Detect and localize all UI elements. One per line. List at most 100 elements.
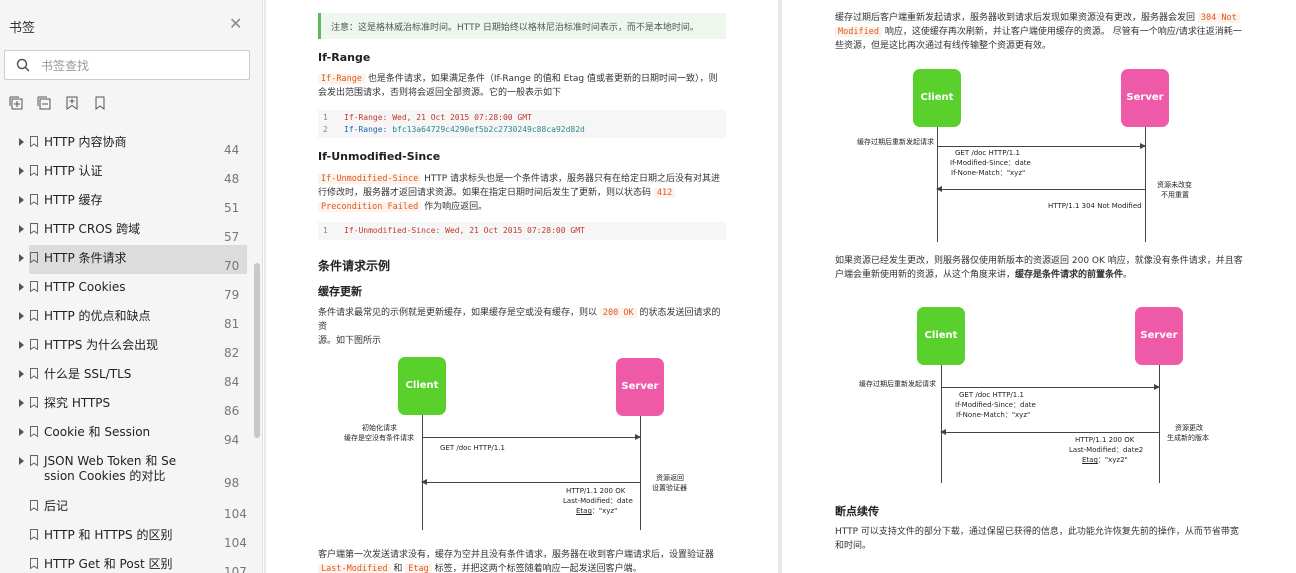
bookmark-icon [30,136,38,147]
bookmark-icon[interactable] [93,96,107,110]
expand-arrow-icon[interactable] [19,370,24,378]
if-unmodified-paragraph: If-Unmodified-Since HTTP 请求标头也是一个条件请求，服务… [318,172,728,214]
sidebar-item-label: 探究 HTTPS [44,396,111,410]
sidebar-item[interactable]: HTTP 和 HTTPS 的区别 104 [0,522,250,550]
sidebar-item[interactable]: HTTP 的优点和缺点 81 [0,303,250,331]
sidebar-item-page: 51 [224,201,240,215]
expand-arrow-icon[interactable] [19,225,24,233]
bookmark-icon [30,397,38,408]
expand-all-icon[interactable] [9,96,23,110]
request-label: If-None-Match："xyz" [951,169,1026,177]
sidebar-item-page: 104 [224,536,247,550]
request-label: If-Modified-Since：date [950,159,1031,167]
request-label: GET /doc HTTP/1.1 [955,149,1020,157]
client-node: Client [917,307,965,365]
heading-if-range: If-Range [318,51,371,64]
request-arrow [941,384,1160,390]
bookmark-icon [30,455,38,466]
sidebar-item[interactable]: HTTP 条件请求 70 [0,245,250,274]
sidebar-item[interactable]: HTTP 内容协商 44 [0,129,250,157]
expand-arrow-icon[interactable] [19,312,24,320]
document-view[interactable]: 注意：这是格林威治标准时间。HTTP 日期始终以格林尼治标准时间表示，而不是本地… [264,0,1296,573]
expand-arrow-icon[interactable] [19,167,24,175]
paragraph-text: 也是条件请求，如果满足条件（If-Range 的值和 Etag 值或者更新的日期… [367,74,718,84]
code-line: 1 If-Range: Wed, 21 Oct 2015 07:28:00 GMT [318,112,726,124]
bookmark-icon [30,252,38,263]
sidebar-item-page: 104 [224,507,247,521]
sidebar-scrollbar[interactable] [254,263,260,438]
paragraph-text: 。 [1123,270,1133,280]
sidebar-item[interactable]: HTTPS 为什么会出现 82 [0,332,250,360]
sidebar-item[interactable]: HTTP Cookies 79 [0,274,250,302]
inline-code: If-Range [318,74,365,84]
paragraph-text: 户端会重新使用新的资源，从这个角度来讲， [835,270,1016,280]
expand-arrow-icon[interactable] [19,399,24,407]
expand-arrow-icon[interactable] [19,428,24,436]
code-block-if-unmodified: 1 If-Unmodified-Since: Wed, 21 Oct 2015 0… [318,222,726,240]
diagram-note: 初始化请求 [362,424,397,432]
client-lifeline [941,365,942,483]
diagram-note: 资源返回 [656,474,684,482]
expand-arrow-icon[interactable] [19,283,24,291]
sidebar-item[interactable]: HTTP 缓存 51 [0,187,250,215]
sidebar-item[interactable]: Cookie 和 Session 94 [0,419,250,447]
bookmark-icon [30,310,38,321]
bookmark-icon [30,529,38,540]
bookmark-search-input[interactable] [41,57,241,75]
sidebar-item-label: HTTP 缓存 [44,193,103,207]
sidebar-item-page: 107 [224,565,247,573]
sidebar-item[interactable]: HTTP Get 和 Post 区别 107 [0,551,250,573]
expand-arrow-icon[interactable] [19,341,24,349]
server-node: Server [1135,307,1183,365]
server-node: Server [616,358,664,416]
bookmark-icon [30,194,38,205]
sidebar-item-label: HTTP 和 HTTPS 的区别 [44,528,173,542]
server-lifeline [1159,365,1160,483]
sidebar-item[interactable]: JSON Web Token 和 Se ssion Cookies 的对比 98 [0,448,250,492]
paragraph-text: 会发出范围请求，否则将会返回全部资源。它的一般表示如下 [318,88,562,98]
response-arrow [421,479,640,485]
inline-code: Last-Modified [318,564,391,573]
etag-key: Etag [1082,456,1098,464]
sidebar-item[interactable]: 后记 104 [0,493,250,521]
sidebar-item-label: HTTP Get 和 Post 区别 [44,557,173,571]
bookmark-icon [30,223,38,234]
sidebar-item[interactable]: HTTP CROS 跨域 57 [0,216,250,244]
sidebar-item-page: 44 [224,143,240,157]
close-icon[interactable]: ✕ [229,16,242,32]
paragraph-text: HTTP 请求标头也是一个条件请求，服务器只有在给定日期之后没有对其进 [424,174,721,184]
code-value: bfc13a64729c4290ef5b2c2730249c88ca92d82d [392,125,585,134]
expand-arrow-icon[interactable] [19,138,24,146]
bookmark-search-box[interactable] [4,50,250,80]
collapse-all-icon[interactable] [37,96,51,110]
sidebar-item-label: Cookie 和 Session [44,425,151,439]
pdf-page-right: 缓存过期后客户端重新发起请求，服务器收到请求后发现如果资源没有更改，服务器会发回… [782,0,1296,573]
sidebar-item[interactable]: 探究 HTTPS 86 [0,390,250,418]
sidebar-item-label: HTTP 条件请求 [44,251,127,265]
client-node: Client [913,69,961,127]
response-arrow [936,186,1145,192]
expand-arrow-icon[interactable] [19,196,24,204]
sidebar-item[interactable]: 什么是 SSL/TLS 84 [0,361,250,389]
sidebar-item-page: 79 [224,288,240,302]
paragraph-text: 标签，并把这两个标签随着响应一起发送回客户端。 [434,564,642,573]
bookmark-icon [30,368,38,379]
diagram-note: 资源未改变 [1157,181,1192,189]
add-bookmark-icon[interactable] [65,96,79,110]
sidebar-item[interactable]: HTTP 认证 48 [0,158,250,186]
sidebar-item-page: 48 [224,172,240,186]
request-label: GET /doc HTTP/1.1 [440,444,505,452]
paragraph-text: 响应，这使缓存再次刷新，并让客户端使用缓存的资源。 尽管有一个响应/请求往返消耗… [884,27,1242,37]
sidebar-item-label: HTTP Cookies [44,280,126,294]
sidebar-item-page: 82 [224,346,240,360]
code-key: If-Range: [344,125,388,134]
sequence-diagram-304: Client Server 缓存过期后重新发起请求 GET /doc HTTP/… [835,62,1245,250]
code-line: 2 If-Range: bfc13a64729c4290ef5b2c2730249… [318,124,726,136]
expand-arrow-icon[interactable] [19,457,24,465]
heading-cache-update: 缓存更新 [318,285,362,298]
sidebar-title: 书签 [9,21,36,36]
code-line: 1 If-Unmodified-Since: Wed, 21 Oct 2015 0… [318,225,726,237]
expand-arrow-icon[interactable] [19,254,24,262]
sidebar-item-page: 70 [224,259,240,273]
diagram-note: 缓存是空没有条件请求 [344,434,414,442]
